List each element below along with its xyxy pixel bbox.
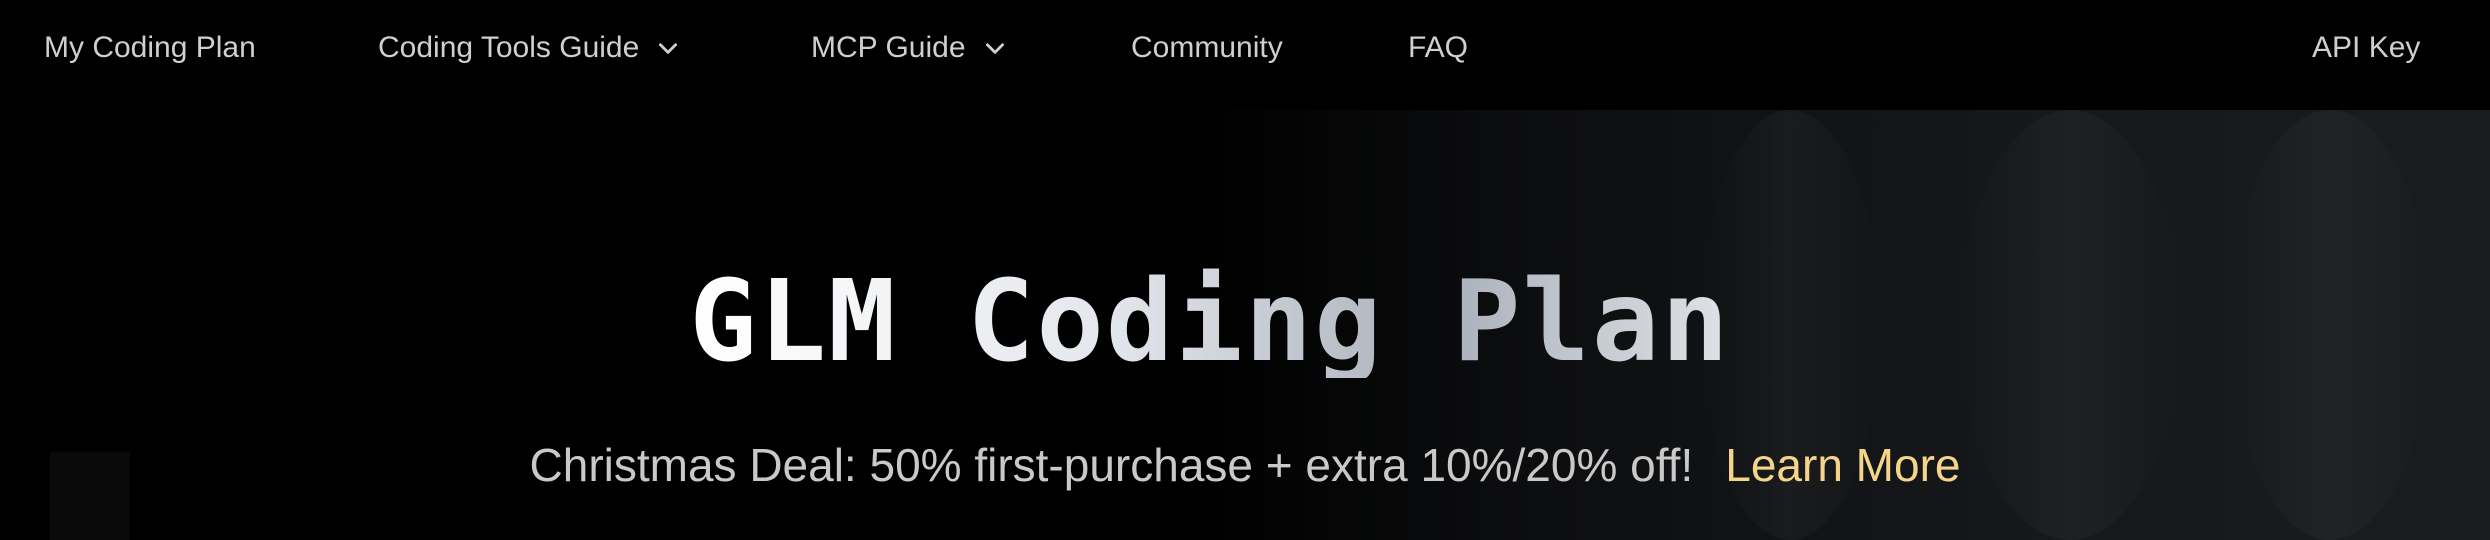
hero-title-container: GLM Coding Plan	[640, 262, 1780, 382]
promo-banner: Christmas Deal: 50% first-purchase + ext…	[0, 438, 2490, 492]
nav-community-label: Community	[1131, 31, 1283, 64]
nav-coding-tools-guide-label: Coding Tools Guide	[378, 31, 640, 64]
learn-more-link[interactable]: Learn More	[1725, 438, 1960, 492]
nav-mcp-guide-label: MCP Guide	[811, 31, 966, 64]
nav-community[interactable]: Community	[1131, 30, 1283, 66]
nav-mcp-guide[interactable]: MCP Guide	[811, 30, 1008, 66]
promo-text: Christmas Deal: 50% first-purchase + ext…	[529, 439, 1694, 491]
nav-my-coding-plan-label: My Coding Plan	[44, 31, 256, 64]
chevron-down-icon	[655, 35, 681, 61]
hero-title: GLM Coding Plan	[689, 257, 1731, 387]
nav-faq-label: FAQ	[1408, 31, 1469, 64]
nav-faq[interactable]: FAQ	[1408, 30, 1468, 66]
api-key-link[interactable]: API Key	[2312, 30, 2420, 66]
chevron-down-icon	[982, 35, 1008, 61]
nav-my-coding-plan[interactable]: My Coding Plan	[44, 30, 256, 66]
api-key-label: API Key	[2312, 31, 2421, 64]
nav-coding-tools-guide[interactable]: Coding Tools Guide	[378, 30, 681, 66]
top-navigation: My Coding Plan Coding Tools Guide MCP Gu…	[0, 0, 2490, 110]
